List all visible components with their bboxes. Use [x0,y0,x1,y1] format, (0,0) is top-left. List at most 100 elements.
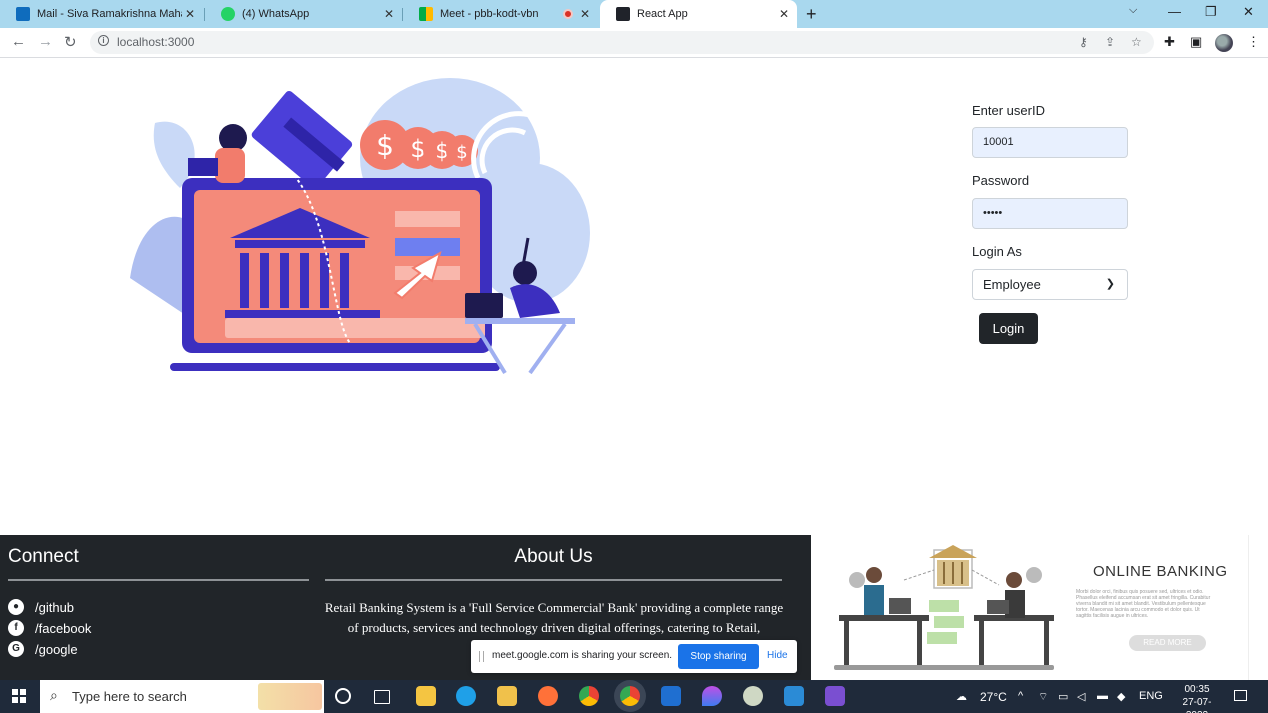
tab-mail[interactable]: Mail - Siva Ramakrishna Mahadas ✕ [0,0,203,28]
meet-tray-icon[interactable]: ▭ [1058,690,1068,703]
forward-icon[interactable]: → [38,33,53,50]
tab-strip: Mail - Siva Ramakrishna Mahadas ✕ (4) Wh… [0,0,1268,28]
back-icon[interactable]: ← [11,33,26,50]
banner-body: Morbi dolor orci, finibus quis posuere s… [1076,589,1211,619]
dropbox-icon[interactable]: ◆ [1117,690,1125,703]
banking-illustration: $ $ $ $ [130,78,590,375]
new-tab-icon[interactable]: + [806,4,817,25]
drag-handle-icon[interactable] [479,651,484,662]
github-label[interactable]: /github [35,600,74,615]
google-label[interactable]: /google [35,642,78,657]
visual-studio-icon[interactable] [825,686,845,706]
close-icon[interactable]: ✕ [779,7,789,21]
password-key-icon[interactable]: ⚷ [1079,35,1088,49]
tray-chevron-up-icon[interactable]: ^ [1018,690,1023,702]
edge-icon[interactable] [456,686,476,706]
system-clock[interactable]: 00:35 27-07-2022 [1172,683,1222,713]
tab-title: Mail - Siva Ramakrishna Mahadas [37,8,182,20]
recording-icon [563,9,573,19]
taskbar-search[interactable]: ⌕ Type here to search [40,680,324,713]
about-heading: About Us [514,546,593,567]
tab-title: Meet - pbb-kodt-vbn [440,8,539,20]
connect-heading: Connect [8,546,79,567]
login-button[interactable]: Login [979,313,1038,344]
stop-sharing-button[interactable]: Stop sharing [678,644,759,669]
userid-input[interactable]: 10001 [972,127,1128,158]
weather-temperature[interactable]: 27°C [980,690,1007,704]
chevron-down-icon: ❯ [1105,278,1115,290]
network-icon[interactable]: ⌔ [1038,690,1048,704]
close-icon[interactable]: ✕ [580,7,590,21]
browser-toolbar: ← → ↻ i localhost:3000 ⚷ ⇪ ☆ ✚ ▣ ⋮ [0,28,1268,58]
address-bar[interactable]: i localhost:3000 ⚷ ⇪ ☆ [90,31,1154,54]
site-info-icon[interactable]: i [98,35,109,46]
droplet-app-icon[interactable] [702,686,722,706]
vscode-icon[interactable] [784,686,804,706]
react-icon [616,7,630,21]
google-link[interactable]: G /google [8,641,78,657]
photos-icon[interactable] [661,686,681,706]
read-more-button[interactable]: READ MORE [1129,635,1206,651]
volume-icon[interactable]: ◁ [1077,690,1085,703]
screen-share-bar: meet.google.com is sharing your screen. … [471,640,797,673]
side-panel-icon[interactable]: ▣ [1190,34,1202,50]
windows-start-icon[interactable] [12,689,26,703]
page-edge [1248,535,1268,680]
close-icon[interactable]: ✕ [384,7,394,21]
battery-icon[interactable]: ▬ [1097,690,1108,702]
tab-react-app[interactable]: React App ✕ [600,0,797,28]
tab-title: React App [637,8,688,20]
search-highlight-image[interactable] [258,683,322,710]
menu-icon[interactable]: ⋮ [1247,34,1260,50]
login-form: Enter userID 10001 Password ••••• Login … [972,102,1132,344]
url-text[interactable]: localhost:3000 [117,35,194,49]
profile-avatar[interactable] [1215,34,1233,52]
window-close-icon[interactable]: ✕ [1243,4,1254,20]
share-icon[interactable]: ⇪ [1105,35,1115,49]
chrome-active-icon[interactable] [620,686,640,706]
paint-icon[interactable] [743,686,763,706]
svg-text:$: $ [376,129,394,162]
notifications-icon[interactable] [1234,690,1247,701]
share-message: meet.google.com is sharing your screen. [492,650,673,661]
tab-meet[interactable]: Meet - pbb-kodt-vbn ✕ [403,0,598,28]
google-icon: G [8,641,24,657]
hide-button[interactable]: Hide [767,650,788,661]
facebook-link[interactable]: f /facebook [8,620,91,636]
outlook-icon [16,7,30,21]
firefox-icon[interactable] [538,686,558,706]
cortana-icon[interactable] [335,688,351,704]
svg-text:$: $ [456,142,467,163]
restore-icon[interactable]: ❐ [1205,4,1217,20]
language-indicator[interactable]: ENG [1139,690,1163,702]
windows-taskbar: ⌕ Type here to search ☁ 27°C ^ ⌔ ▭ ◁ ▬ ◆… [0,680,1268,713]
login-as-select[interactable]: Employee ❯ [972,269,1128,300]
tab-search-icon[interactable]: ⌵ [1129,4,1137,17]
bookmark-star-icon[interactable]: ☆ [1131,35,1142,49]
whatsapp-icon [221,7,235,21]
google-meet-icon [419,7,433,21]
file-explorer-icon[interactable] [497,686,517,706]
search-placeholder: Type here to search [72,689,187,704]
minimize-icon[interactable]: — [1168,4,1181,19]
task-view-icon[interactable] [374,690,390,704]
microsoft-store-icon[interactable] [416,686,436,706]
about-text: Retail Banking System is a 'Full Service… [324,600,784,635]
close-icon[interactable]: ✕ [185,7,195,21]
online-banking-illustration [834,545,1054,670]
password-label: Password [972,173,1030,188]
github-link[interactable]: ● /github [8,599,74,615]
divider [325,579,782,581]
login-as-value: Employee [983,277,1041,292]
facebook-label[interactable]: /facebook [35,621,91,636]
password-input[interactable]: ••••• [972,198,1128,229]
userid-label: Enter userID [972,103,1045,118]
weather-icon[interactable]: ☁ [956,690,967,703]
tab-whatsapp[interactable]: (4) WhatsApp ✕ [205,0,402,28]
chrome-icon[interactable] [579,686,599,706]
extensions-icon[interactable]: ✚ [1164,34,1175,50]
reload-icon[interactable]: ↻ [64,33,77,51]
tab-title: (4) WhatsApp [242,8,310,20]
divider [8,579,309,581]
online-banking-banner: ONLINE BANKING Morbi dolor orci, finibus… [811,535,1248,680]
